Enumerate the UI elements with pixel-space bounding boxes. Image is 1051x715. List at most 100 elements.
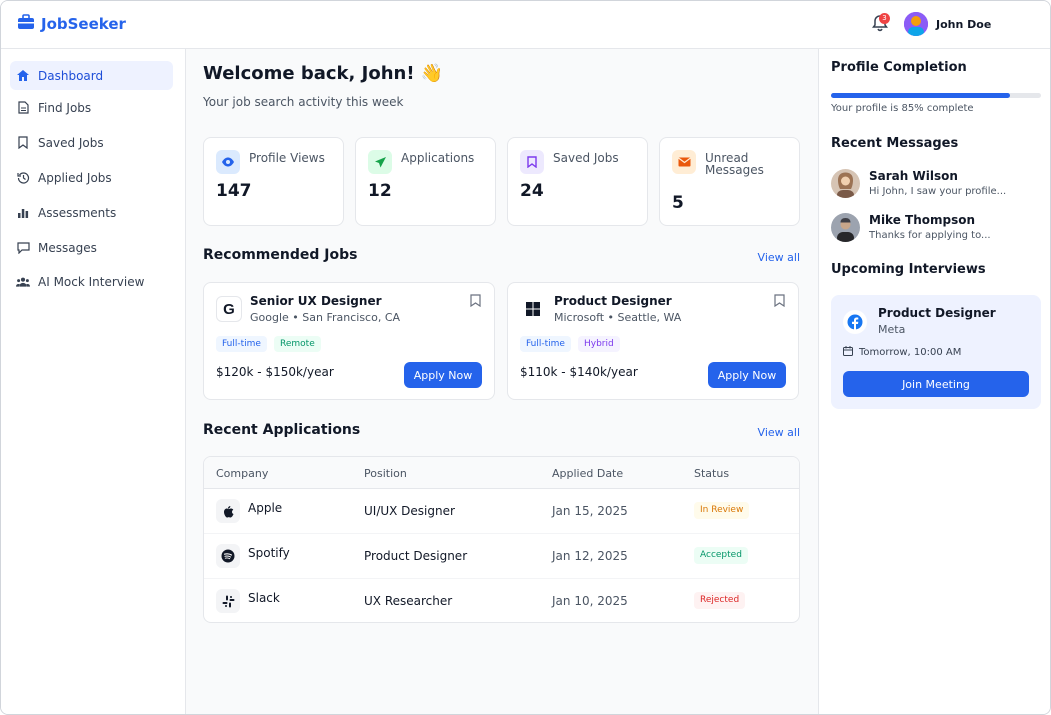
applications-table: Company Position Applied Date Status App…	[203, 456, 800, 623]
applied-date-cell: Jan 12, 2025	[552, 549, 628, 563]
user-menu[interactable]: John Doe	[904, 12, 991, 36]
sidebar-item-label: Saved Jobs	[38, 135, 104, 150]
sidebar-item-applied-jobs[interactable]: Applied Jobs	[10, 163, 173, 192]
message-sender: Mike Thompson	[869, 213, 976, 227]
job-salary: $120k - $150k/year	[216, 365, 334, 379]
sidebar-item-dashboard[interactable]: Dashboard	[10, 61, 173, 90]
job-card[interactable]: Product Designer Microsoft • Seattle, WA…	[507, 282, 799, 400]
interview-role: Product Designer	[878, 306, 996, 320]
message-item[interactable]: Mike Thompson Thanks for applying to...	[831, 213, 1041, 247]
company-name: Apple	[248, 501, 283, 515]
app-window: JobSeeker 3 John Doe Dashboard Find Jobs…	[0, 0, 1051, 715]
apple-icon	[216, 499, 240, 523]
job-title: Senior UX Designer	[250, 294, 382, 308]
stat-value: 12	[368, 181, 392, 201]
avatar	[831, 213, 860, 242]
stat-value: 5	[672, 193, 684, 213]
main-content: Welcome back, John! 👋 Your job search ac…	[186, 49, 818, 714]
column-header: Position	[364, 467, 407, 480]
bar-chart-icon	[16, 206, 30, 220]
job-title: Product Designer	[554, 294, 672, 308]
table-row[interactable]: Apple UI/UX Designer Jan 15, 2025 In Rev…	[204, 489, 799, 534]
job-tag: Hybrid	[578, 336, 620, 352]
applications-view-all-link[interactable]: View all	[758, 426, 800, 439]
avatar	[831, 169, 860, 198]
interview-company: Meta	[878, 323, 906, 336]
sidebar-item-find-jobs[interactable]: Find Jobs	[10, 93, 173, 122]
position-cell: UX Researcher	[364, 594, 453, 608]
stat-label: Applications	[401, 151, 475, 165]
history-icon	[16, 171, 30, 185]
document-icon	[16, 101, 30, 115]
job-tag: Remote	[274, 336, 321, 352]
status-badge: Accepted	[694, 547, 748, 564]
bookmark-icon[interactable]	[470, 294, 482, 308]
notification-count-badge: 3	[879, 13, 890, 24]
stat-card-profile-views[interactable]: Profile Views 147	[203, 137, 344, 226]
recent-applications-title: Recent Applications	[203, 422, 361, 438]
recommended-jobs-title: Recommended Jobs	[203, 247, 358, 263]
stat-card-saved-jobs[interactable]: Saved Jobs 24	[507, 137, 648, 226]
recent-messages-title: Recent Messages	[831, 136, 959, 151]
job-tag: Full-time	[216, 336, 267, 352]
svg-text:G: G	[223, 301, 235, 317]
calendar-icon	[843, 346, 853, 359]
profile-progress-fill	[831, 93, 1010, 98]
bookmark-icon[interactable]	[774, 294, 786, 308]
user-name: John Doe	[936, 17, 992, 31]
brand-logo[interactable]: JobSeeker	[17, 14, 126, 33]
stat-value: 24	[520, 181, 544, 201]
job-salary: $110k - $140k/year	[520, 365, 638, 379]
job-card[interactable]: G Senior UX Designer Google • San Franci…	[203, 282, 495, 400]
status-badge: In Review	[694, 502, 750, 519]
interview-card[interactable]: Product Designer Meta Tomorrow, 10:00 AM…	[831, 295, 1041, 409]
slack-icon	[216, 589, 240, 613]
stat-card-applications[interactable]: Applications 12	[355, 137, 496, 226]
job-meta: Google • San Francisco, CA	[250, 311, 401, 324]
send-icon	[368, 150, 392, 174]
column-header: Applied Date	[552, 467, 624, 480]
apply-now-button[interactable]: Apply Now	[404, 362, 482, 388]
google-icon: G	[216, 296, 242, 322]
message-item[interactable]: Sarah Wilson Hi John, I saw your profile…	[831, 169, 1041, 203]
briefcase-icon	[17, 14, 35, 33]
position-cell: UI/UX Designer	[364, 504, 455, 518]
stat-card-unread-messages[interactable]: Unread Messages 5	[659, 137, 800, 226]
stat-label: Unread Messages	[705, 151, 764, 177]
table-row[interactable]: Slack UX Researcher Jan 10, 2025 Rejecte…	[204, 579, 799, 622]
interview-time-text: Tomorrow, 10:00 AM	[859, 347, 962, 358]
page-title: Welcome back, John! 👋	[203, 63, 444, 84]
sidebar-item-assessments[interactable]: Assessments	[10, 198, 173, 227]
recommended-view-all-link[interactable]: View all	[758, 251, 800, 264]
apply-now-button[interactable]: Apply Now	[708, 362, 786, 388]
sidebar-item-ai-mock-interview[interactable]: AI Mock Interview	[10, 267, 173, 296]
home-icon	[16, 69, 30, 83]
sidebar-item-label: Assessments	[38, 205, 117, 220]
eye-icon	[216, 150, 240, 174]
top-bar: JobSeeker 3 John Doe	[1, 1, 1050, 49]
sidebar-item-saved-jobs[interactable]: Saved Jobs	[10, 128, 173, 157]
applied-date-cell: Jan 10, 2025	[552, 594, 628, 608]
chat-icon	[16, 241, 30, 255]
sidebar-item-messages[interactable]: Messages	[10, 233, 173, 262]
bookmark-icon	[16, 136, 30, 150]
applied-date-cell: Jan 15, 2025	[552, 504, 628, 518]
sidebar-item-label: Dashboard	[38, 68, 104, 83]
company-name: Slack	[248, 591, 280, 605]
message-preview: Thanks for applying to...	[869, 230, 991, 241]
right-panel: Profile Completion Your profile is 85% c…	[818, 49, 1050, 714]
bookmark-icon	[520, 150, 544, 174]
stat-label: Saved Jobs	[553, 151, 619, 165]
profile-progress-text: Your profile is 85% complete	[831, 103, 974, 114]
sidebar-item-label: AI Mock Interview	[38, 274, 145, 289]
facebook-icon	[843, 310, 867, 334]
page-subtitle: Your job search activity this week	[203, 95, 404, 109]
job-tag: Full-time	[520, 336, 571, 352]
avatar	[904, 12, 928, 36]
table-row[interactable]: Spotify Product Designer Jan 12, 2025 Ac…	[204, 534, 799, 579]
interview-time: Tomorrow, 10:00 AM	[843, 346, 961, 359]
join-meeting-button[interactable]: Join Meeting	[843, 371, 1029, 397]
sidebar-item-label: Find Jobs	[38, 100, 92, 115]
table-header: Company Position Applied Date Status	[204, 457, 799, 489]
brand-name: JobSeeker	[41, 14, 126, 33]
